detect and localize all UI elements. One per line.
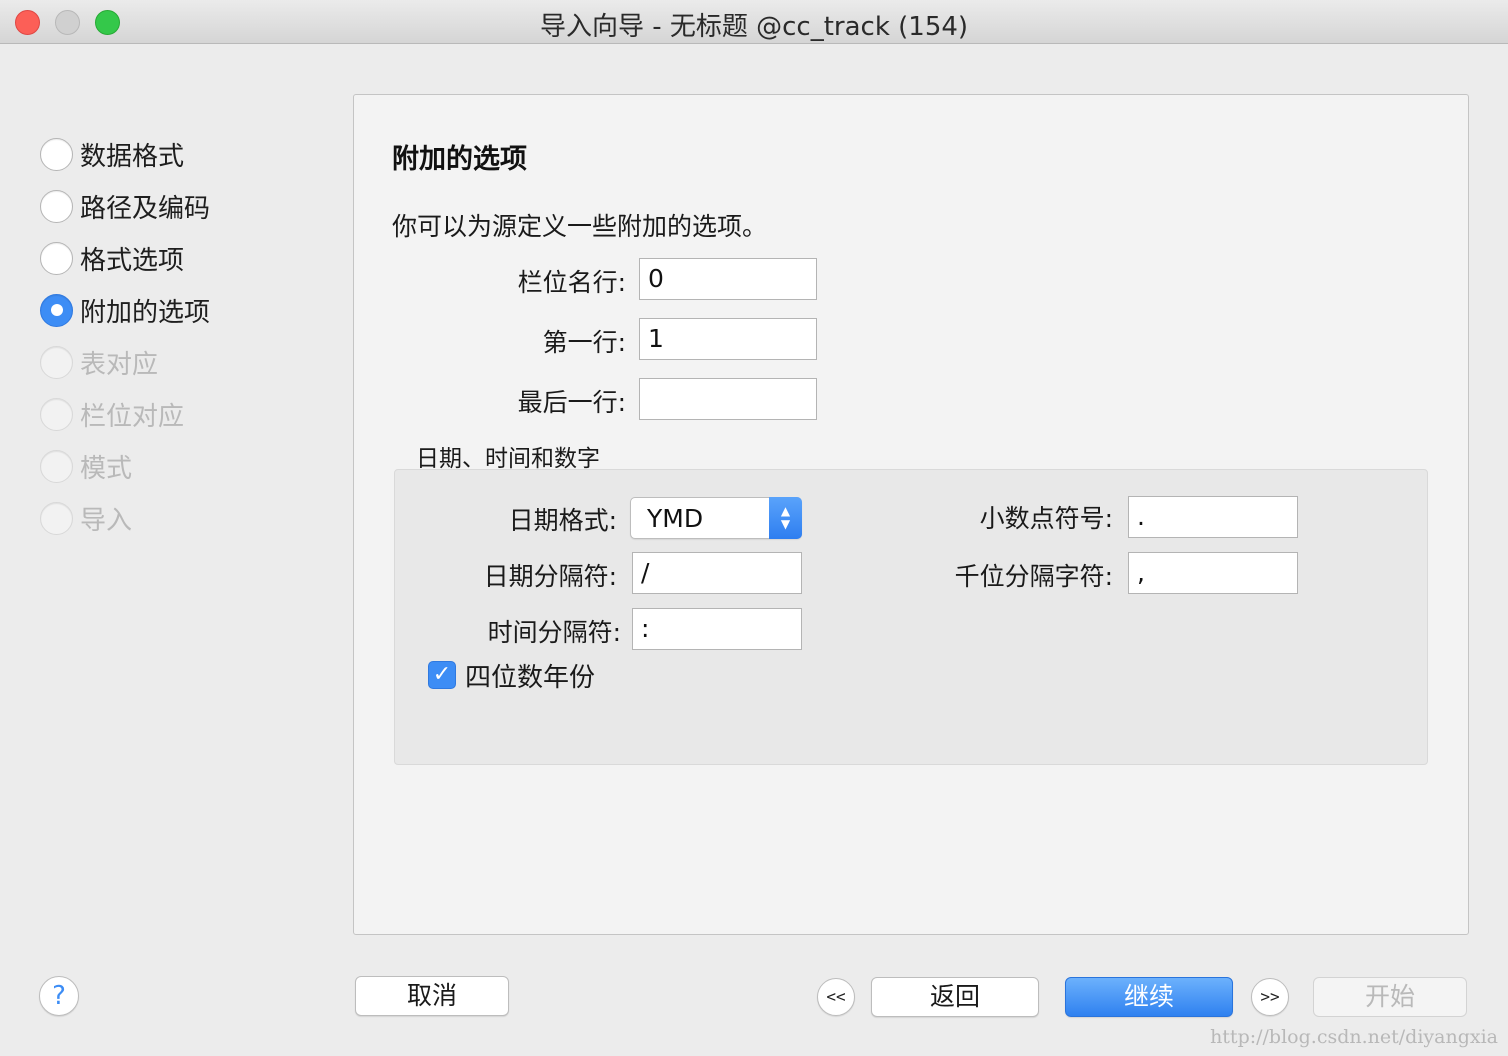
step-label: 路径及编码	[80, 193, 211, 224]
last-step-button[interactable]: >>	[1251, 978, 1289, 1016]
step-label: 格式选项	[80, 245, 185, 276]
last-row-input[interactable]	[639, 378, 817, 420]
options-panel: 附加的选项 你可以为源定义一些附加的选项。 栏位名行: 0 第一行: 1 最后一…	[353, 94, 1469, 935]
panel-title: 附加的选项	[392, 144, 527, 175]
wizard-steps: 数据格式 路径及编码 格式选项 附加的选项 表对应 栏位对应 模式 导入	[40, 128, 210, 544]
thousands-separator-label: 千位分隔字符:	[954, 562, 1113, 591]
time-separator-input[interactable]: :	[632, 608, 802, 650]
start-button: 开始	[1313, 977, 1467, 1017]
panel-description: 你可以为源定义一些附加的选项。	[392, 212, 768, 241]
date-format-value: YMD	[647, 504, 704, 533]
step-label: 表对应	[80, 349, 159, 380]
cancel-button[interactable]: 取消	[355, 976, 509, 1016]
step-mode: 模式	[40, 440, 210, 492]
first-row-input[interactable]: 1	[639, 318, 817, 360]
step-import: 导入	[40, 492, 210, 544]
step-field-mapping: 栏位对应	[40, 388, 210, 440]
checkmark-icon: ✓	[432, 662, 452, 687]
window-title: 导入向导 - 无标题 @cc_track (154)	[539, 12, 969, 42]
step-path-encoding[interactable]: 路径及编码	[40, 180, 210, 232]
radio-icon[interactable]	[40, 241, 73, 275]
group-title: 日期、时间和数字	[416, 446, 600, 472]
step-label: 模式	[80, 453, 133, 484]
step-data-format[interactable]: 数据格式	[40, 128, 210, 180]
date-separator-label: 日期分隔符:	[483, 562, 617, 591]
step-label: 附加的选项	[80, 297, 211, 328]
decimal-symbol-label: 小数点符号:	[979, 504, 1113, 533]
watermark: http://blog.csdn.net/diyangxia	[1210, 1026, 1498, 1048]
date-format-label: 日期格式:	[508, 506, 617, 535]
select-updown-icon: ▲ ▼	[769, 497, 802, 539]
radio-icon[interactable]	[40, 189, 73, 223]
step-additional-options[interactable]: 附加的选项	[40, 284, 210, 336]
step-label: 数据格式	[80, 141, 185, 172]
date-format-select[interactable]: YMD ▲ ▼	[630, 497, 802, 539]
step-format-options[interactable]: 格式选项	[40, 232, 210, 284]
radio-selected-icon[interactable]	[40, 293, 73, 327]
radio-icon[interactable]	[40, 137, 73, 171]
field-name-row-label: 栏位名行:	[517, 268, 626, 297]
first-row-label: 第一行:	[542, 328, 626, 357]
four-digit-year-label[interactable]: 四位数年份	[465, 657, 595, 694]
field-name-row-input[interactable]: 0	[639, 258, 817, 300]
radio-icon	[40, 501, 73, 535]
step-label: 栏位对应	[80, 401, 185, 432]
help-button[interactable]: ?	[39, 976, 79, 1016]
back-button[interactable]: 返回	[871, 977, 1039, 1017]
radio-icon	[40, 449, 73, 483]
last-row-label: 最后一行:	[517, 388, 626, 417]
first-step-button[interactable]: <<	[817, 978, 855, 1016]
title-bar: 导入向导 - 无标题 @cc_track (154)	[0, 0, 1508, 44]
radio-icon	[40, 345, 73, 379]
step-table-mapping: 表对应	[40, 336, 210, 388]
four-digit-year-checkbox[interactable]: ✓	[428, 661, 456, 689]
decimal-symbol-input[interactable]: .	[1128, 496, 1298, 538]
date-time-number-group: 日期格式: YMD ▲ ▼ 日期分隔符: / 时间分隔符: : 小数点符号: . …	[394, 469, 1428, 765]
time-separator-label: 时间分隔符:	[487, 618, 621, 647]
date-separator-input[interactable]: /	[632, 552, 802, 594]
continue-button[interactable]: 继续	[1065, 977, 1233, 1017]
step-label: 导入	[80, 505, 133, 536]
thousands-separator-input[interactable]: ,	[1128, 552, 1298, 594]
radio-icon	[40, 397, 73, 431]
